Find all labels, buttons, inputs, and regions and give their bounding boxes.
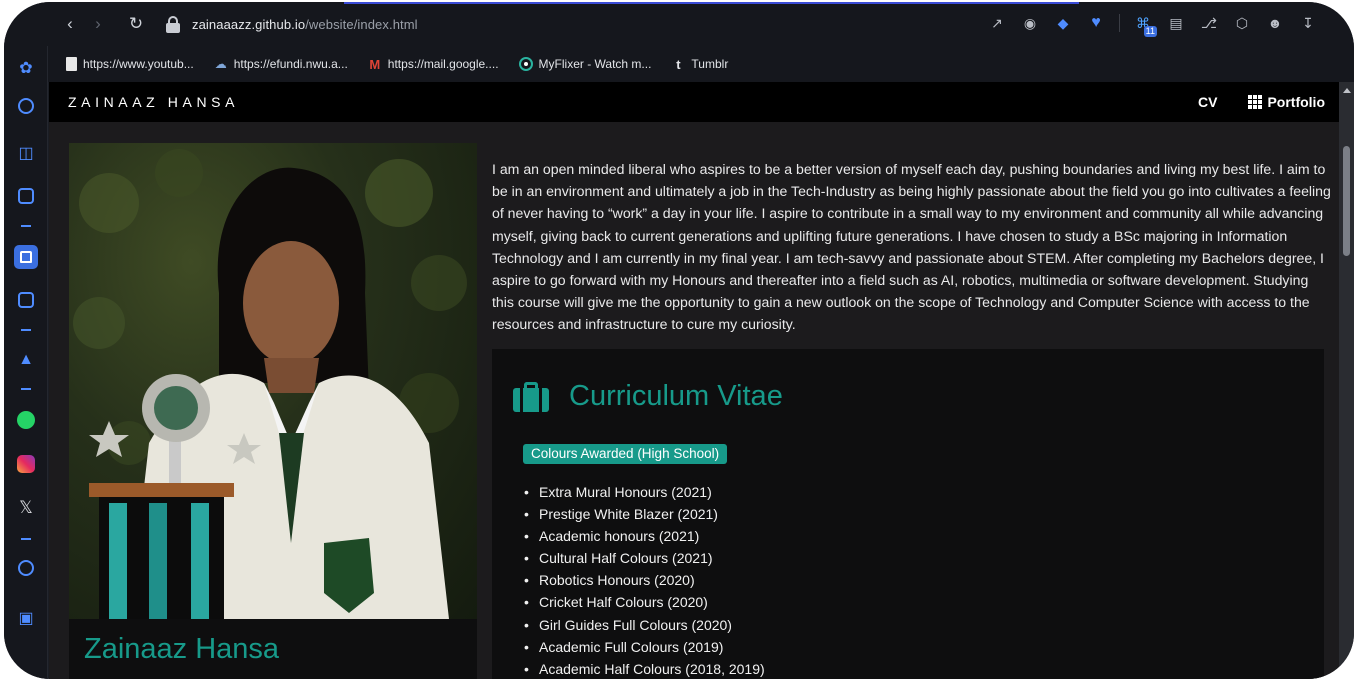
page-icon: [66, 57, 77, 71]
bookmark-gmail[interactable]: Mhttps://mail.google....: [368, 56, 499, 72]
bookmarks-bar: https://www.youtub... ☁ https://efundi.nw…: [4, 46, 1354, 82]
nav-portfolio-label: Portfolio: [1267, 94, 1325, 110]
tumblr-icon: t: [676, 56, 681, 72]
gmail-icon: M: [369, 56, 381, 72]
history-icon[interactable]: [14, 556, 38, 580]
scrollbar-thumb[interactable]: [1343, 146, 1350, 256]
profile-card: Zainaaz Hansa: [69, 143, 477, 679]
speedometer-icon[interactable]: [14, 94, 38, 118]
url-path: /website/index.html: [305, 16, 418, 32]
cloud-icon: ☁: [214, 57, 227, 71]
instagram-icon[interactable]: [14, 452, 38, 476]
list-item: Robotics Honours (2020): [524, 569, 765, 591]
briefcase-side-icon[interactable]: ◫: [14, 141, 38, 165]
reload-icon[interactable]: ↻: [122, 14, 150, 34]
profile-photo: [69, 143, 477, 619]
page-viewport: ZAINAAZ HANSA CV Portfolio Zainaaz Hansa…: [49, 82, 1339, 679]
side-divider: [21, 225, 31, 227]
bookmark-label: https://www.youtub...: [83, 57, 194, 71]
bio-paragraph: I am an open minded liberal who aspires …: [492, 161, 1331, 333]
side-panel: ✿ ◫ ▲ 𝕏 ▣: [4, 46, 48, 679]
bookmark-label: https://mail.google....: [387, 57, 499, 71]
url-field[interactable]: zainaaazz.github.io/website/index.html: [192, 17, 418, 32]
nav-portfolio-link[interactable]: Portfolio: [1248, 94, 1325, 110]
extensions-badge: 11: [1143, 26, 1157, 37]
list-item: Academic Full Colours (2019): [524, 636, 765, 658]
bookmark-tumblr[interactable]: t Tumblr: [671, 56, 729, 72]
side-divider: [21, 388, 31, 390]
awards-list: Extra Mural Honours (2021) Prestige Whit…: [524, 481, 765, 679]
page-scrollbar[interactable]: [1339, 82, 1354, 679]
side-divider: [21, 538, 31, 540]
screen: ‹ › ↻ zainaaazz.github.io/website/index.…: [0, 0, 1356, 681]
gallery-icon[interactable]: ▣: [14, 606, 38, 630]
toolbar-separator: [1119, 14, 1120, 32]
active-tab-indicator: [344, 2, 1079, 4]
list-item: Cricket Half Colours (2020): [524, 591, 765, 613]
camera-icon[interactable]: ◉: [1020, 13, 1040, 33]
x-icon[interactable]: 𝕏: [14, 496, 38, 520]
download-icon[interactable]: ↧: [1298, 13, 1318, 33]
share-icon[interactable]: ↗: [987, 13, 1007, 33]
home-icon[interactable]: [14, 245, 38, 269]
briefcase-icon: [513, 381, 549, 412]
grid-icon: [1248, 95, 1263, 109]
list-item: Academic Half Colours (2018, 2019): [524, 658, 765, 679]
myflixer-icon: [518, 57, 533, 71]
aria-icon[interactable]: ▲: [14, 348, 38, 372]
list-item: Academic honours (2021): [524, 525, 765, 547]
list-item: Cultural Half Colours (2021): [524, 547, 765, 569]
back-icon[interactable]: ‹: [56, 14, 84, 34]
bookmark-label: Tumblr: [691, 57, 729, 71]
forward-icon[interactable]: ›: [84, 14, 112, 34]
side-divider: [21, 329, 31, 331]
address-bar: ‹ › ↻ zainaaazz.github.io/website/index.…: [4, 2, 1354, 46]
nav-cv-link[interactable]: CV: [1198, 94, 1217, 110]
bookmark-label: https://efundi.nwu.a...: [233, 57, 348, 71]
list-item: Girl Guides Full Colours (2020): [524, 614, 765, 636]
browser-window: ‹ › ↻ zainaaazz.github.io/website/index.…: [4, 2, 1354, 679]
bookmark-label: MyFlixer - Watch m...: [538, 57, 652, 71]
bookmark-icon[interactable]: ⎇: [1199, 13, 1219, 33]
leaf-icon[interactable]: ✿: [14, 56, 38, 80]
profile-icon[interactable]: ☻: [1265, 13, 1285, 33]
profile-name: Zainaaz Hansa: [84, 633, 280, 665]
colours-awarded-badge: Colours Awarded (High School): [523, 444, 728, 464]
cv-card: Curriculum Vitae Colours Awarded (High S…: [492, 349, 1324, 679]
bookmark-myflixer[interactable]: MyFlixer - Watch m...: [518, 57, 652, 71]
site-navbar: ZAINAAZ HANSA CV Portfolio: [49, 82, 1339, 122]
url-domain: zainaaazz.github.io: [192, 16, 306, 32]
list-item: Extra Mural Honours (2021): [524, 481, 765, 503]
bookmark-youtube[interactable]: https://www.youtub...: [66, 57, 194, 71]
bookmark-efundi[interactable]: ☁ https://efundi.nwu.a...: [214, 57, 348, 71]
list-item: Prestige White Blazer (2021): [524, 503, 765, 525]
lock-icon[interactable]: [166, 15, 180, 33]
calendar-icon[interactable]: [14, 184, 38, 208]
cv-header: Curriculum Vitae: [513, 380, 783, 413]
cube-icon[interactable]: ⬡: [1232, 13, 1252, 33]
nav-cv-label: CV: [1198, 94, 1218, 110]
toolbar-icons: ↗ ◉ ◆ ♥ ⌘ 11 ▤ ⎇ ⬡ ☻ ↧: [987, 13, 1318, 37]
extensions-icon[interactable]: ⌘ 11: [1133, 13, 1157, 37]
gamepad-icon[interactable]: [14, 288, 38, 312]
cv-title: Curriculum Vitae: [569, 380, 783, 412]
shield-icon[interactable]: ◆: [1053, 13, 1073, 33]
scroll-up-icon[interactable]: [1343, 88, 1351, 93]
site-nav-links: CV Portfolio: [1198, 82, 1325, 122]
whatsapp-icon[interactable]: [14, 408, 38, 432]
site-brand[interactable]: ZAINAAZ HANSA: [68, 94, 239, 110]
reader-icon[interactable]: ▤: [1166, 13, 1186, 33]
heart-icon[interactable]: ♥: [1086, 13, 1106, 33]
